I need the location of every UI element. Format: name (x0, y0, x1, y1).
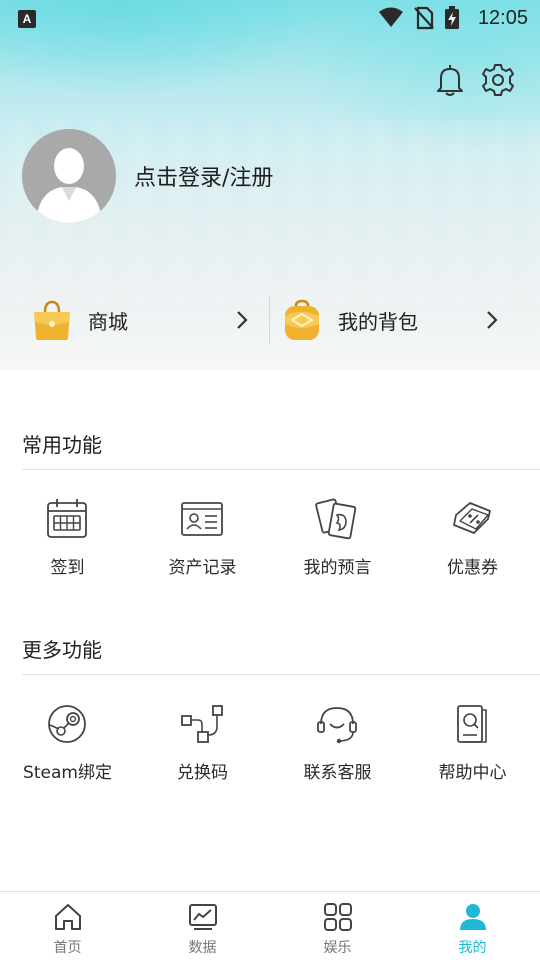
quick-link-backpack[interactable]: 我的背包 (280, 290, 498, 350)
calendar-icon (47, 499, 87, 538)
status-time: 12:05 (477, 7, 528, 29)
grid-item-label: 联系客服 (303, 763, 372, 783)
shopping-bag-icon (34, 300, 70, 340)
nav-tab-mine[interactable]: 我的 (405, 892, 540, 960)
common-functions-grid: 签到 资产记录 我的预言 优惠券 (0, 497, 540, 607)
quick-link-mall[interactable]: 商城 (30, 290, 248, 350)
nav-tab-data[interactable]: 数据 (135, 892, 270, 960)
nav-tab-label: 数据 (188, 940, 217, 956)
default-user-icon (22, 129, 116, 223)
grid-item-help-center[interactable]: 帮助中心 (405, 702, 540, 812)
grid-item-my-predictions[interactable]: 我的预言 (270, 497, 405, 607)
bell-icon[interactable] (432, 62, 468, 98)
headset-icon (317, 707, 357, 744)
chart-icon (189, 904, 217, 930)
grid-item-customer-service[interactable]: 联系客服 (270, 702, 405, 812)
user-icon (460, 904, 486, 930)
no-sim-icon (414, 6, 434, 30)
battery-charging-icon (445, 6, 459, 29)
quick-links-divider (269, 296, 270, 344)
nav-tab-home[interactable]: 首页 (0, 892, 135, 960)
quick-link-backpack-label: 我的背包 (338, 309, 418, 334)
nav-tab-label: 娱乐 (323, 940, 352, 956)
quick-links: 商城 我的背包 (0, 290, 540, 350)
gear-icon[interactable] (480, 62, 516, 98)
section-title-common: 常用功能 (22, 433, 102, 457)
cards-icon (315, 498, 357, 540)
coupon-icon (453, 502, 491, 534)
grid-item-label: 兑换码 (177, 763, 228, 783)
quick-link-mall-label: 商城 (88, 309, 128, 334)
grid-item-label: Steam绑定 (23, 763, 112, 783)
home-icon (55, 904, 81, 930)
bottom-navigation: 首页 数据 娱乐 我的 (0, 891, 540, 960)
exchange-nodes-icon (181, 705, 223, 743)
grid-item-label: 优惠券 (447, 558, 498, 578)
grid-item-steam-binding[interactable]: Steam绑定 (0, 702, 135, 812)
section-title-more: 更多功能 (22, 638, 102, 662)
avatar[interactable] (22, 129, 116, 223)
login-register-link[interactable]: 点击登录/注册 (134, 160, 273, 192)
nav-tab-label: 首页 (53, 940, 82, 956)
grid-item-label: 帮助中心 (438, 763, 507, 783)
backpack-icon (285, 299, 319, 340)
app-indicator-icon: A (18, 10, 36, 28)
grid-item-label: 资产记录 (168, 558, 237, 578)
chevron-right-icon (487, 311, 498, 329)
wifi-icon (379, 7, 403, 27)
section-divider (22, 469, 540, 470)
grid-icon (324, 903, 352, 931)
grid-item-coupons[interactable]: 优惠券 (405, 497, 540, 607)
grid-item-redeem-code[interactable]: 兑换码 (135, 702, 270, 812)
id-card-icon (181, 502, 223, 536)
grid-item-label: 我的预言 (303, 558, 372, 578)
nav-tab-label: 我的 (458, 940, 487, 956)
steam-icon (48, 705, 86, 743)
grid-item-label: 签到 (50, 558, 85, 578)
nav-tab-entertainment[interactable]: 娱乐 (270, 892, 405, 960)
more-functions-grid: Steam绑定 兑换码 联系客服 帮助中心 (0, 702, 540, 812)
status-icons (378, 6, 460, 30)
section-divider (22, 674, 540, 675)
grid-item-asset-records[interactable]: 资产记录 (135, 497, 270, 607)
help-book-icon (457, 705, 487, 743)
grid-item-checkin[interactable]: 签到 (0, 497, 135, 607)
chevron-right-icon (237, 311, 248, 329)
status-bar: A 12:05 (0, 0, 540, 36)
